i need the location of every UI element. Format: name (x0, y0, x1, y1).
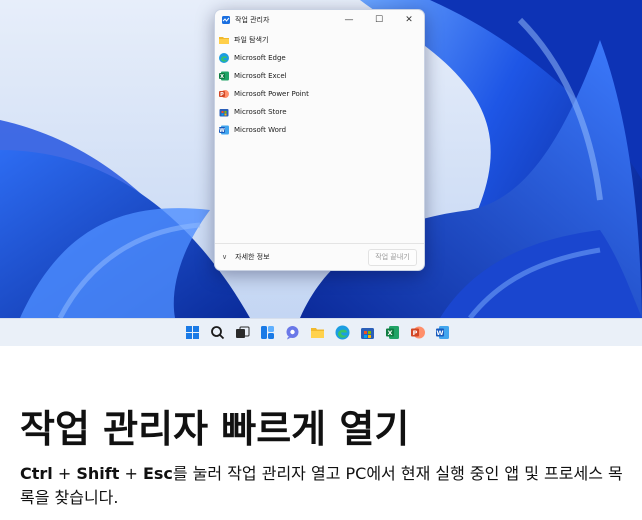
store-icon (219, 109, 229, 117)
description: Ctrl + Shift + Esc를 눌러 작업 관리자 열고 PC에서 현재… (20, 462, 630, 510)
window-title: 작업 관리자 (235, 15, 270, 24)
folder-icon (219, 37, 229, 44)
app-label: 파일 탐색기 (234, 36, 269, 44)
excel-icon: X (219, 71, 229, 81)
plus-sign: + (52, 464, 77, 483)
svg-text:X: X (220, 74, 224, 80)
taskbar: X P W (0, 318, 642, 346)
chat-icon[interactable] (285, 325, 300, 340)
svg-text:P: P (220, 92, 224, 98)
word-icon: W (219, 125, 229, 135)
app-list: 파일 탐색기 Microsoft Edge X Microsoft Excel (215, 29, 424, 139)
app-label: Microsoft Power Point (234, 90, 309, 98)
list-item-file-explorer[interactable]: 파일 탐색기 (215, 31, 424, 49)
file-explorer-icon[interactable] (310, 325, 325, 340)
app-label: Microsoft Edge (234, 54, 286, 62)
list-item-store[interactable]: Microsoft Store (215, 103, 424, 121)
close-button[interactable]: ✕ (394, 10, 424, 29)
edge-icon (219, 53, 229, 63)
excel-icon[interactable]: X (385, 325, 400, 340)
powerpoint-icon[interactable]: P (410, 325, 425, 340)
edge-icon[interactable] (335, 325, 350, 340)
svg-text:X: X (387, 329, 392, 337)
svg-text:W: W (436, 329, 443, 337)
chevron-down-icon: ∨ (222, 253, 228, 261)
list-item-powerpoint[interactable]: P Microsoft Power Point (215, 85, 424, 103)
task-manager-window[interactable]: 작업 관리자 — ☐ ✕ 파일 탐색기 Microsoft Edge X Mic… (214, 9, 425, 271)
list-item-word[interactable]: W Microsoft Word (215, 121, 424, 139)
key-shift: Shift (76, 464, 120, 483)
svg-text:P: P (413, 329, 418, 337)
app-label: Microsoft Excel (234, 72, 287, 80)
app-label: Microsoft Store (234, 108, 287, 116)
headline: 작업 관리자 빠르게 열기 (20, 407, 410, 451)
key-ctrl: Ctrl (20, 464, 53, 483)
store-icon[interactable] (360, 325, 375, 340)
more-details-label: 자세한 정보 (235, 253, 270, 261)
desktop: 작업 관리자 — ☐ ✕ 파일 탐색기 Microsoft Edge X Mic… (0, 0, 642, 346)
list-item-excel[interactable]: X Microsoft Excel (215, 67, 424, 85)
app-label: Microsoft Word (234, 126, 287, 134)
list-item-edge[interactable]: Microsoft Edge (215, 49, 424, 67)
plus-sign: + (119, 464, 143, 483)
powerpoint-icon: P (219, 90, 229, 98)
maximize-button[interactable]: ☐ (364, 10, 394, 29)
search-icon[interactable] (210, 325, 225, 340)
word-icon[interactable]: W (435, 325, 450, 340)
window-footer: ∨ 자세한 정보 작업 끝내기 (215, 243, 424, 270)
widgets-icon[interactable] (260, 325, 275, 340)
task-manager-icon (222, 15, 230, 24)
start-icon[interactable] (185, 325, 200, 340)
svg-text:W: W (219, 128, 225, 134)
task-view-icon[interactable] (235, 325, 250, 340)
more-details-button[interactable]: ∨ 자세한 정보 (222, 252, 368, 262)
title-bar[interactable]: 작업 관리자 — ☐ ✕ (215, 10, 424, 29)
end-task-button[interactable]: 작업 끝내기 (368, 248, 417, 266)
key-esc: Esc (142, 464, 173, 483)
minimize-button[interactable]: — (334, 10, 364, 29)
